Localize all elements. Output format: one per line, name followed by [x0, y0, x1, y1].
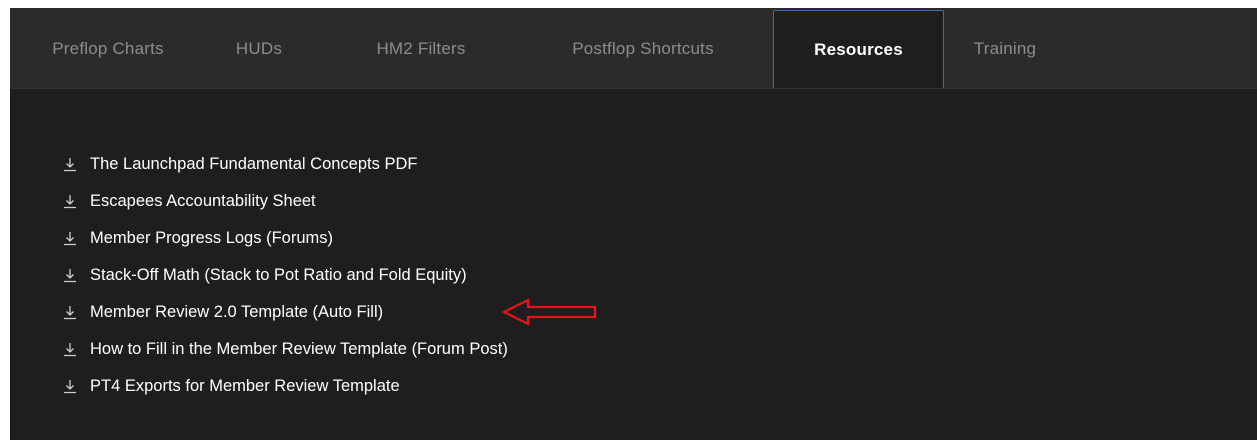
- tab-preflop-charts[interactable]: Preflop Charts: [32, 10, 184, 88]
- download-icon: [62, 194, 78, 210]
- resource-link-label: The Launchpad Fundamental Concepts PDF: [90, 155, 418, 173]
- resource-link-launchpad-concepts-pdf[interactable]: The Launchpad Fundamental Concepts PDF: [62, 146, 508, 183]
- resource-link-label: Stack-Off Math (Stack to Pot Ratio and F…: [90, 266, 467, 284]
- resource-link-label: Escapees Accountability Sheet: [90, 192, 316, 210]
- download-icon: [62, 268, 78, 284]
- download-icon: [62, 342, 78, 358]
- download-icon: [62, 379, 78, 395]
- download-icon: [62, 231, 78, 247]
- tab-hm2-filters[interactable]: HM2 Filters: [352, 10, 490, 88]
- resource-link-label: Member Review 2.0 Template (Auto Fill): [90, 303, 384, 321]
- tab-postflop-shortcuts[interactable]: Postflop Shortcuts: [530, 10, 756, 88]
- tab-training[interactable]: Training: [950, 10, 1060, 88]
- resource-link-label: How to Fill in the Member Review Templat…: [90, 340, 508, 358]
- resource-link-label: Member Progress Logs (Forums): [90, 229, 333, 247]
- app-frame: Preflop Charts HUDs HM2 Filters Postflop…: [10, 8, 1257, 440]
- tab-resources[interactable]: Resources: [773, 10, 944, 88]
- resource-link-member-review-template[interactable]: Member Review 2.0 Template (Auto Fill): [62, 294, 508, 331]
- resource-link-label: PT4 Exports for Member Review Template: [90, 377, 400, 395]
- resource-link-how-to-fill-template[interactable]: How to Fill in the Member Review Templat…: [62, 331, 508, 368]
- resource-link-pt4-exports[interactable]: PT4 Exports for Member Review Template: [62, 368, 508, 405]
- tab-huds[interactable]: HUDs: [204, 10, 314, 88]
- resource-link-member-progress-logs[interactable]: Member Progress Logs (Forums): [62, 220, 508, 257]
- left-arrow-annotation-icon: [502, 298, 597, 326]
- resource-list: The Launchpad Fundamental Concepts PDF E…: [62, 146, 508, 405]
- resource-link-escapees-accountability-sheet[interactable]: Escapees Accountability Sheet: [62, 183, 508, 220]
- tab-bar: Preflop Charts HUDs HM2 Filters Postflop…: [10, 8, 1257, 89]
- resource-link-stack-off-math[interactable]: Stack-Off Math (Stack to Pot Ratio and F…: [62, 257, 508, 294]
- download-icon: [62, 157, 78, 173]
- download-icon: [62, 305, 78, 321]
